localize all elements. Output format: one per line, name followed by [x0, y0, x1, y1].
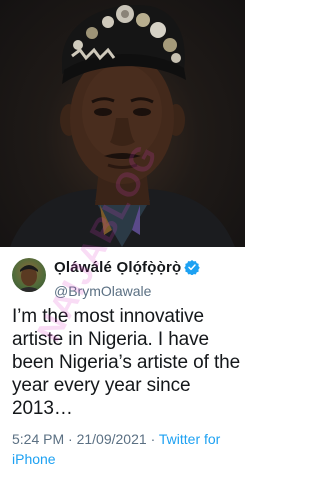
- display-name[interactable]: Ọláwálé Ọlọ́fọ̀ọ̀rọ̀: [54, 259, 181, 276]
- tweet-time[interactable]: 5:24 PM: [12, 431, 64, 447]
- user-handle[interactable]: @BrymOlawale: [54, 283, 200, 299]
- tweet-meta: 5:24 PM · 21/09/2021 · Twitter for iPhon…: [12, 429, 242, 469]
- portrait-image: [10, 4, 235, 247]
- tweet-text: I’m the most innovative artiste in Niger…: [12, 306, 241, 419]
- meta-separator: ·: [68, 431, 73, 447]
- tweet-header: Ọláwálé Ọlọ́fọ̀ọ̀rọ̀ @BrymOlawale: [12, 255, 237, 299]
- profile-photo: [0, 0, 245, 247]
- meta-separator: ·: [150, 431, 156, 447]
- avatar-image: [16, 265, 42, 292]
- verified-badge-icon: [184, 259, 201, 280]
- tweet-date[interactable]: 21/09/2021: [77, 431, 147, 447]
- avatar[interactable]: [12, 258, 46, 292]
- tweet-card[interactable]: Ọláwálé Ọlọ́fọ̀ọ̀rọ̀ @BrymOlawale I’m th…: [0, 247, 245, 500]
